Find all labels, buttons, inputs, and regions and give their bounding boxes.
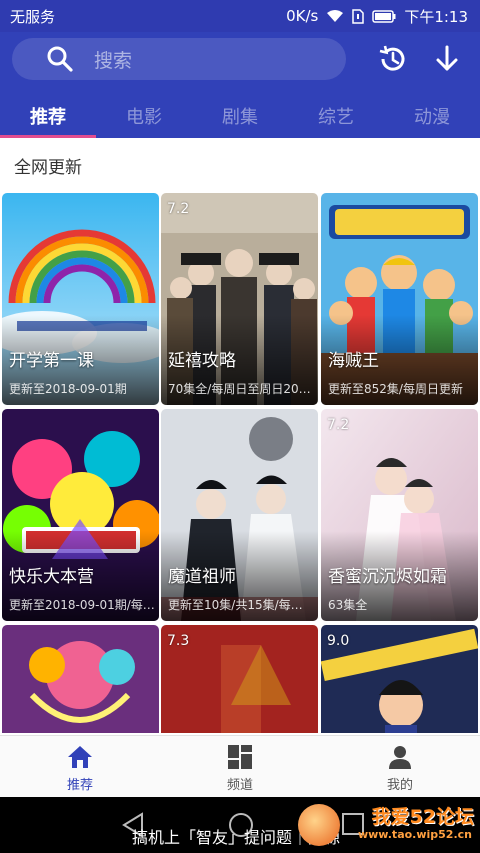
media-card[interactable]: 快乐大本营 更新至2018-09-01期/每周六	[2, 409, 159, 621]
status-icons: 0K/s 下午1:13	[286, 6, 468, 27]
sim-icon	[352, 8, 365, 24]
media-card[interactable]: 7.2 延禧攻略 70集全/每周日至周日20:00	[161, 193, 318, 405]
media-card[interactable]: 7.3	[161, 625, 318, 733]
app-header: 搜索 推荐 电影 剧集 综艺 动漫	[0, 32, 480, 138]
media-card[interactable]	[2, 625, 159, 733]
search-input[interactable]: 搜索	[12, 38, 346, 80]
card-title: 快乐大本营	[9, 567, 94, 587]
nav-label: 频道	[226, 778, 253, 793]
tab-variety[interactable]: 综艺	[288, 94, 384, 138]
card-rating: 7.3	[167, 633, 190, 649]
nav-recommend[interactable]: 推荐	[0, 736, 160, 798]
category-tabs: 推荐 电影 剧集 综艺 动漫	[0, 94, 480, 138]
history-button[interactable]	[375, 42, 409, 76]
media-card[interactable]: 开学第一课 更新至2018-09-01期	[2, 193, 159, 405]
tab-movies[interactable]: 电影	[96, 94, 192, 138]
watermark-text: 我爱52论坛	[371, 806, 474, 828]
media-card[interactable]: 7.2 香蜜沉沉烬如霜 63集全	[321, 409, 478, 621]
nav-label: 我的	[386, 778, 413, 793]
card-subtitle: 更新至10集/共15集/每周六	[168, 598, 314, 612]
forum-watermark: 我爱52论坛 www.tao.wip52.cn	[290, 800, 480, 850]
media-card[interactable]: 海贼王 更新至852集/每周日更新	[321, 193, 478, 405]
card-title: 海贼王	[328, 351, 379, 371]
network-speed: 0K/s	[286, 7, 319, 25]
tab-recommend[interactable]: 推荐	[0, 94, 96, 138]
active-tab-indicator	[0, 135, 96, 138]
home-icon	[68, 746, 92, 768]
card-subtitle: 70集全/每周日至周日20:00	[168, 382, 314, 396]
nav-channels[interactable]: 频道	[160, 736, 320, 798]
section-title: 全网更新	[14, 158, 82, 178]
grid-icon	[228, 745, 252, 769]
person-icon	[389, 746, 411, 769]
media-card[interactable]: 魔道祖师 更新至10集/共15集/每周六	[161, 409, 318, 621]
card-title: 魔道祖师	[168, 567, 236, 587]
search-icon	[47, 46, 73, 72]
clock: 下午1:13	[404, 7, 468, 26]
carrier-text: 无服务	[10, 7, 56, 26]
battery-icon	[372, 9, 396, 23]
content-grid: 开学第一课 更新至2018-09-01期 7.2 延禧攻略 70集全/每周日至周…	[0, 193, 480, 733]
forum-logo	[298, 804, 340, 846]
wifi-icon	[327, 10, 344, 22]
status-bar: 无服务 0K/s 下午1:13	[0, 0, 480, 32]
download-icon	[436, 45, 458, 71]
search-placeholder: 搜索	[94, 49, 133, 72]
card-title: 开学第一课	[9, 351, 94, 371]
download-button[interactable]	[430, 42, 464, 76]
card-subtitle: 更新至2018-09-01期	[9, 382, 127, 396]
card-rating: 7.2	[167, 201, 190, 217]
card-title: 香蜜沉沉烬如霜	[328, 567, 447, 587]
card-subtitle: 63集全	[328, 598, 368, 612]
history-icon	[379, 45, 405, 71]
card-subtitle: 更新至2018-09-01期/每周六	[9, 598, 155, 612]
card-rating: 7.2	[327, 417, 350, 433]
bottom-navigation: 推荐 频道 我的	[0, 735, 480, 797]
tab-series[interactable]: 剧集	[192, 94, 288, 138]
watermark-url: www.tao.wip52.cn	[357, 828, 472, 841]
card-rating: 9.0	[327, 633, 350, 649]
card-subtitle: 更新至852集/每周日更新	[328, 382, 463, 396]
poster-image	[2, 625, 159, 733]
media-card[interactable]: 9.0	[321, 625, 478, 733]
nav-profile[interactable]: 我的	[320, 736, 480, 798]
nav-label: 推荐	[66, 778, 93, 793]
card-title: 延禧攻略	[168, 351, 236, 371]
tab-anime[interactable]: 动漫	[384, 94, 480, 138]
